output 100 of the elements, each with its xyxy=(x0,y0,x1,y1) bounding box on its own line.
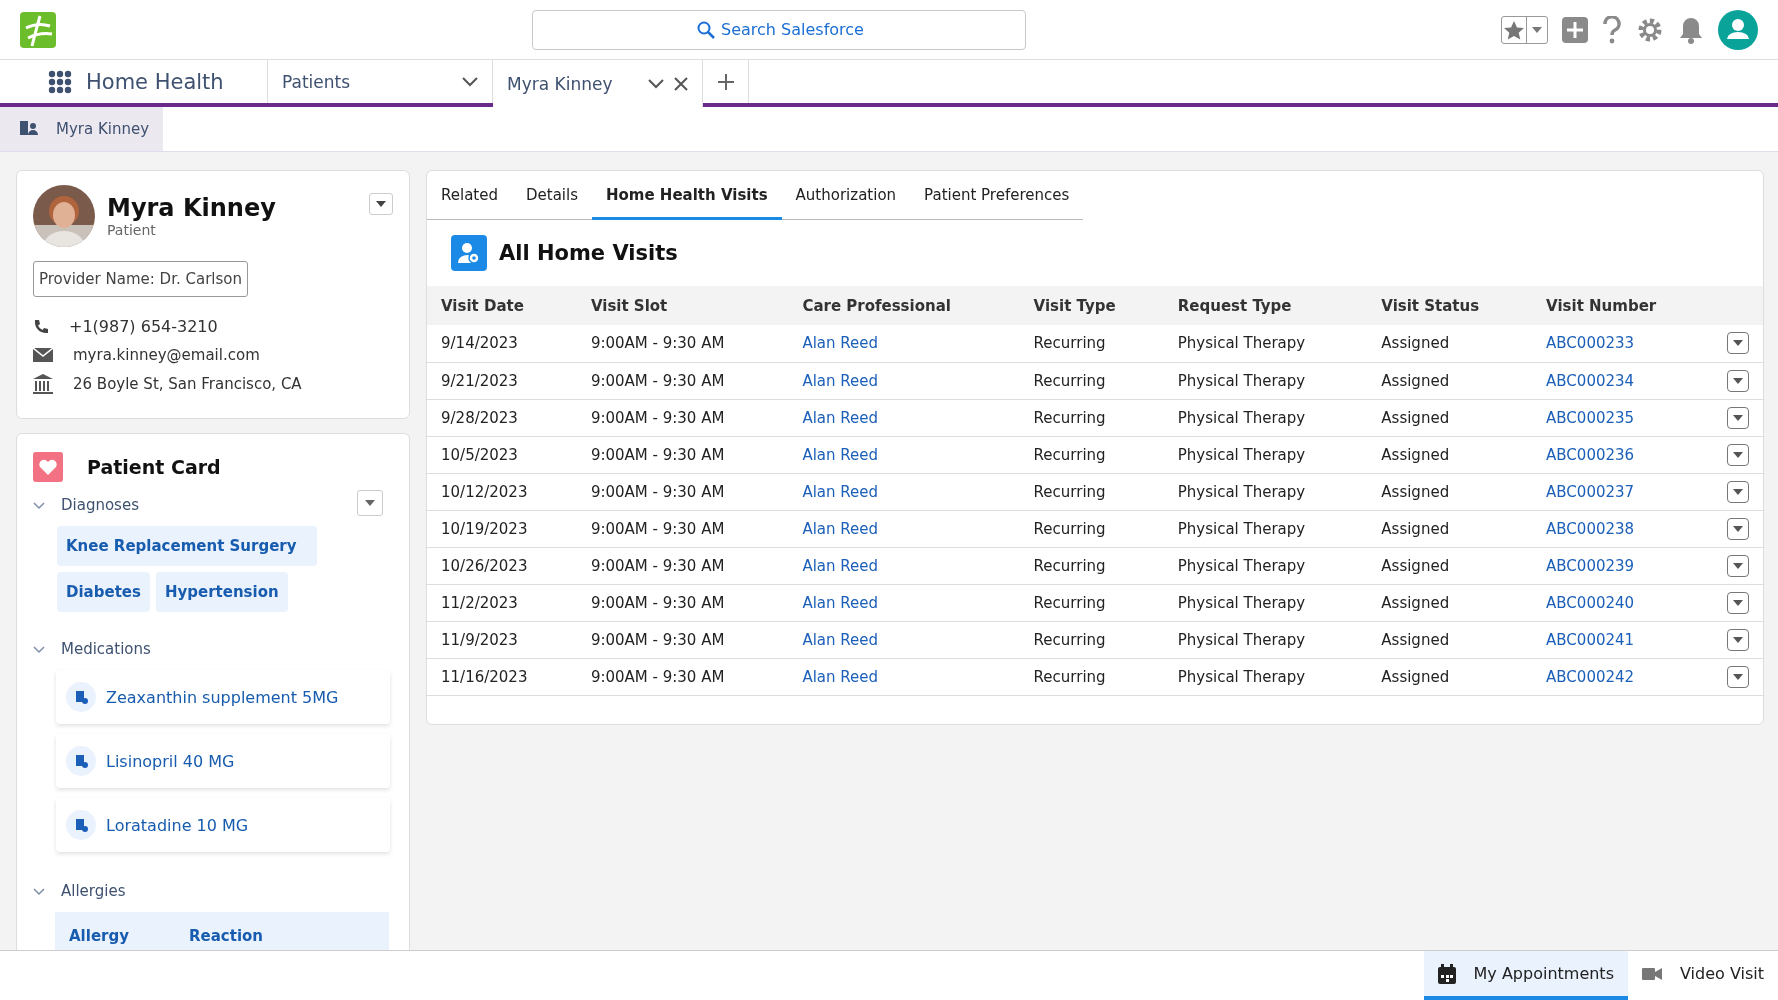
medication-item[interactable]: Loratadine 10 MG xyxy=(56,798,390,852)
add-icon[interactable] xyxy=(1562,16,1588,43)
card-dropdown-button[interactable] xyxy=(357,490,383,516)
record-link[interactable]: Alan Reed xyxy=(802,371,878,390)
row-actions-button[interactable] xyxy=(1727,443,1749,466)
favorites-button[interactable] xyxy=(1501,15,1548,44)
actions-dropdown-button[interactable] xyxy=(369,193,393,215)
record-link[interactable]: Alan Reed xyxy=(802,630,878,649)
record-link[interactable]: ABC000239 xyxy=(1546,556,1635,575)
column-header[interactable]: Care Professional xyxy=(788,286,1020,325)
table-cell: 9:00AM - 9:30 AM xyxy=(590,593,725,612)
patient-role: Patient xyxy=(107,222,157,238)
row-actions-button[interactable] xyxy=(1727,554,1749,577)
table-cell: 9/21/2023 xyxy=(441,371,518,390)
row-actions-button[interactable] xyxy=(1727,406,1749,429)
table-cell: Physical Therapy xyxy=(1177,445,1306,464)
record-tab[interactable]: Details xyxy=(511,171,592,220)
nav-tab[interactable]: Myra Kinney xyxy=(493,60,703,107)
utility-bar-item[interactable]: My Appointments xyxy=(1423,951,1628,1000)
chevron-icon[interactable] xyxy=(33,499,45,511)
caret-icon xyxy=(1733,451,1743,458)
row-actions-button[interactable] xyxy=(1727,628,1749,651)
app-launcher-icon[interactable] xyxy=(48,69,72,94)
row-actions-button[interactable] xyxy=(1727,665,1749,688)
table-cell: Recurring xyxy=(1033,334,1106,353)
diagnosis-tag: Diabetes xyxy=(57,572,150,612)
table-cell: 9/28/2023 xyxy=(441,408,518,427)
star-icon xyxy=(1502,19,1526,40)
record-link[interactable]: ABC000234 xyxy=(1546,371,1635,390)
table-cell: Recurring xyxy=(1033,519,1106,538)
record-link[interactable]: ABC000238 xyxy=(1546,519,1635,538)
caret-icon xyxy=(1733,599,1743,606)
close-icon[interactable] xyxy=(674,76,688,91)
bell-icon[interactable] xyxy=(1678,15,1704,44)
record-link[interactable]: ABC000233 xyxy=(1546,334,1635,353)
table-cell: Physical Therapy xyxy=(1177,519,1306,538)
medication-icon xyxy=(66,746,96,776)
record-tab[interactable]: Authorization xyxy=(781,171,911,220)
record-link[interactable]: ABC000235 xyxy=(1546,408,1635,427)
caret-icon xyxy=(1733,414,1743,421)
record-link[interactable]: Alan Reed xyxy=(802,445,878,464)
table-cell: 11/2/2023 xyxy=(441,593,518,612)
table-cell: 10/19/2023 xyxy=(441,519,528,538)
row-actions-button[interactable] xyxy=(1727,332,1749,355)
table-cell: Assigned xyxy=(1381,482,1450,501)
table-cell: 9:00AM - 9:30 AM xyxy=(590,445,725,464)
chevron-icon[interactable] xyxy=(462,76,478,87)
record-link[interactable]: ABC000237 xyxy=(1546,482,1635,501)
record-link[interactable]: Alan Reed xyxy=(802,519,878,538)
record-tab[interactable]: Related xyxy=(427,171,512,220)
chevron-icon[interactable] xyxy=(33,885,45,897)
table-cell: Assigned xyxy=(1381,630,1450,649)
app-name: Home Health xyxy=(86,69,224,94)
table-cell: 9:00AM - 9:30 AM xyxy=(590,408,725,427)
caret-icon xyxy=(365,500,375,506)
column-header[interactable]: Visit Number xyxy=(1532,286,1713,325)
row-actions-button[interactable] xyxy=(1727,517,1749,540)
record-link[interactable]: Alan Reed xyxy=(802,667,878,686)
column-header: Allergy xyxy=(69,927,129,945)
record-tab[interactable]: Home Health Visits xyxy=(592,171,782,220)
table-cell: Recurring xyxy=(1033,371,1106,390)
add-tab-icon[interactable] xyxy=(717,73,734,90)
table-cell: Assigned xyxy=(1381,593,1450,612)
provider-name-label: Provider Name: Dr. Carlson xyxy=(33,261,248,297)
record-link[interactable]: ABC000236 xyxy=(1546,445,1635,464)
column-header[interactable]: Request Type xyxy=(1163,286,1368,325)
search-field[interactable]: Search Salesforce xyxy=(531,9,1026,50)
row-actions-button[interactable] xyxy=(1727,369,1749,392)
row-actions-button[interactable] xyxy=(1727,480,1749,503)
table-cell: 10/5/2023 xyxy=(441,445,518,464)
calendar-icon xyxy=(1437,963,1456,984)
table-cell: Recurring xyxy=(1033,593,1106,612)
column-header[interactable]: Visit Status xyxy=(1367,286,1533,325)
row-actions-button[interactable] xyxy=(1727,591,1749,614)
medication-item[interactable]: Zeaxanthin supplement 5MG xyxy=(56,670,390,724)
avatar-icon[interactable] xyxy=(1718,9,1758,50)
card-title: Patient Card xyxy=(87,456,221,478)
utility-bar-item[interactable]: Video Visit xyxy=(1628,951,1778,1000)
medication-item[interactable]: Lisinopril 40 MG xyxy=(56,734,390,788)
record-tab[interactable]: Patient Preferences xyxy=(910,171,1084,220)
record-link[interactable]: Alan Reed xyxy=(802,482,878,501)
record-link[interactable]: Alan Reed xyxy=(802,593,878,612)
column-header: Reaction xyxy=(189,927,264,945)
record-link[interactable]: ABC000241 xyxy=(1546,630,1635,649)
column-header[interactable]: Visit Type xyxy=(1019,286,1164,325)
help-icon[interactable] xyxy=(1602,15,1622,44)
record-link[interactable]: Alan Reed xyxy=(802,334,878,353)
diagnosis-tag: Hypertension xyxy=(155,572,288,612)
breadcrumb-tab[interactable]: Myra Kinney xyxy=(0,107,164,151)
record-link[interactable]: ABC000242 xyxy=(1546,667,1635,686)
chevron-icon[interactable] xyxy=(33,643,45,655)
address: 26 Boyle St, San Francisco, CA xyxy=(73,375,302,393)
record-link[interactable]: ABC000240 xyxy=(1546,593,1635,612)
column-header[interactable]: Visit Date xyxy=(427,286,577,325)
table-cell: Physical Therapy xyxy=(1177,593,1306,612)
chevron-icon[interactable] xyxy=(648,78,664,89)
record-link[interactable]: Alan Reed xyxy=(802,556,878,575)
column-header[interactable]: Visit Slot xyxy=(576,286,789,325)
record-link[interactable]: Alan Reed xyxy=(802,408,878,427)
email-icon xyxy=(33,348,53,362)
